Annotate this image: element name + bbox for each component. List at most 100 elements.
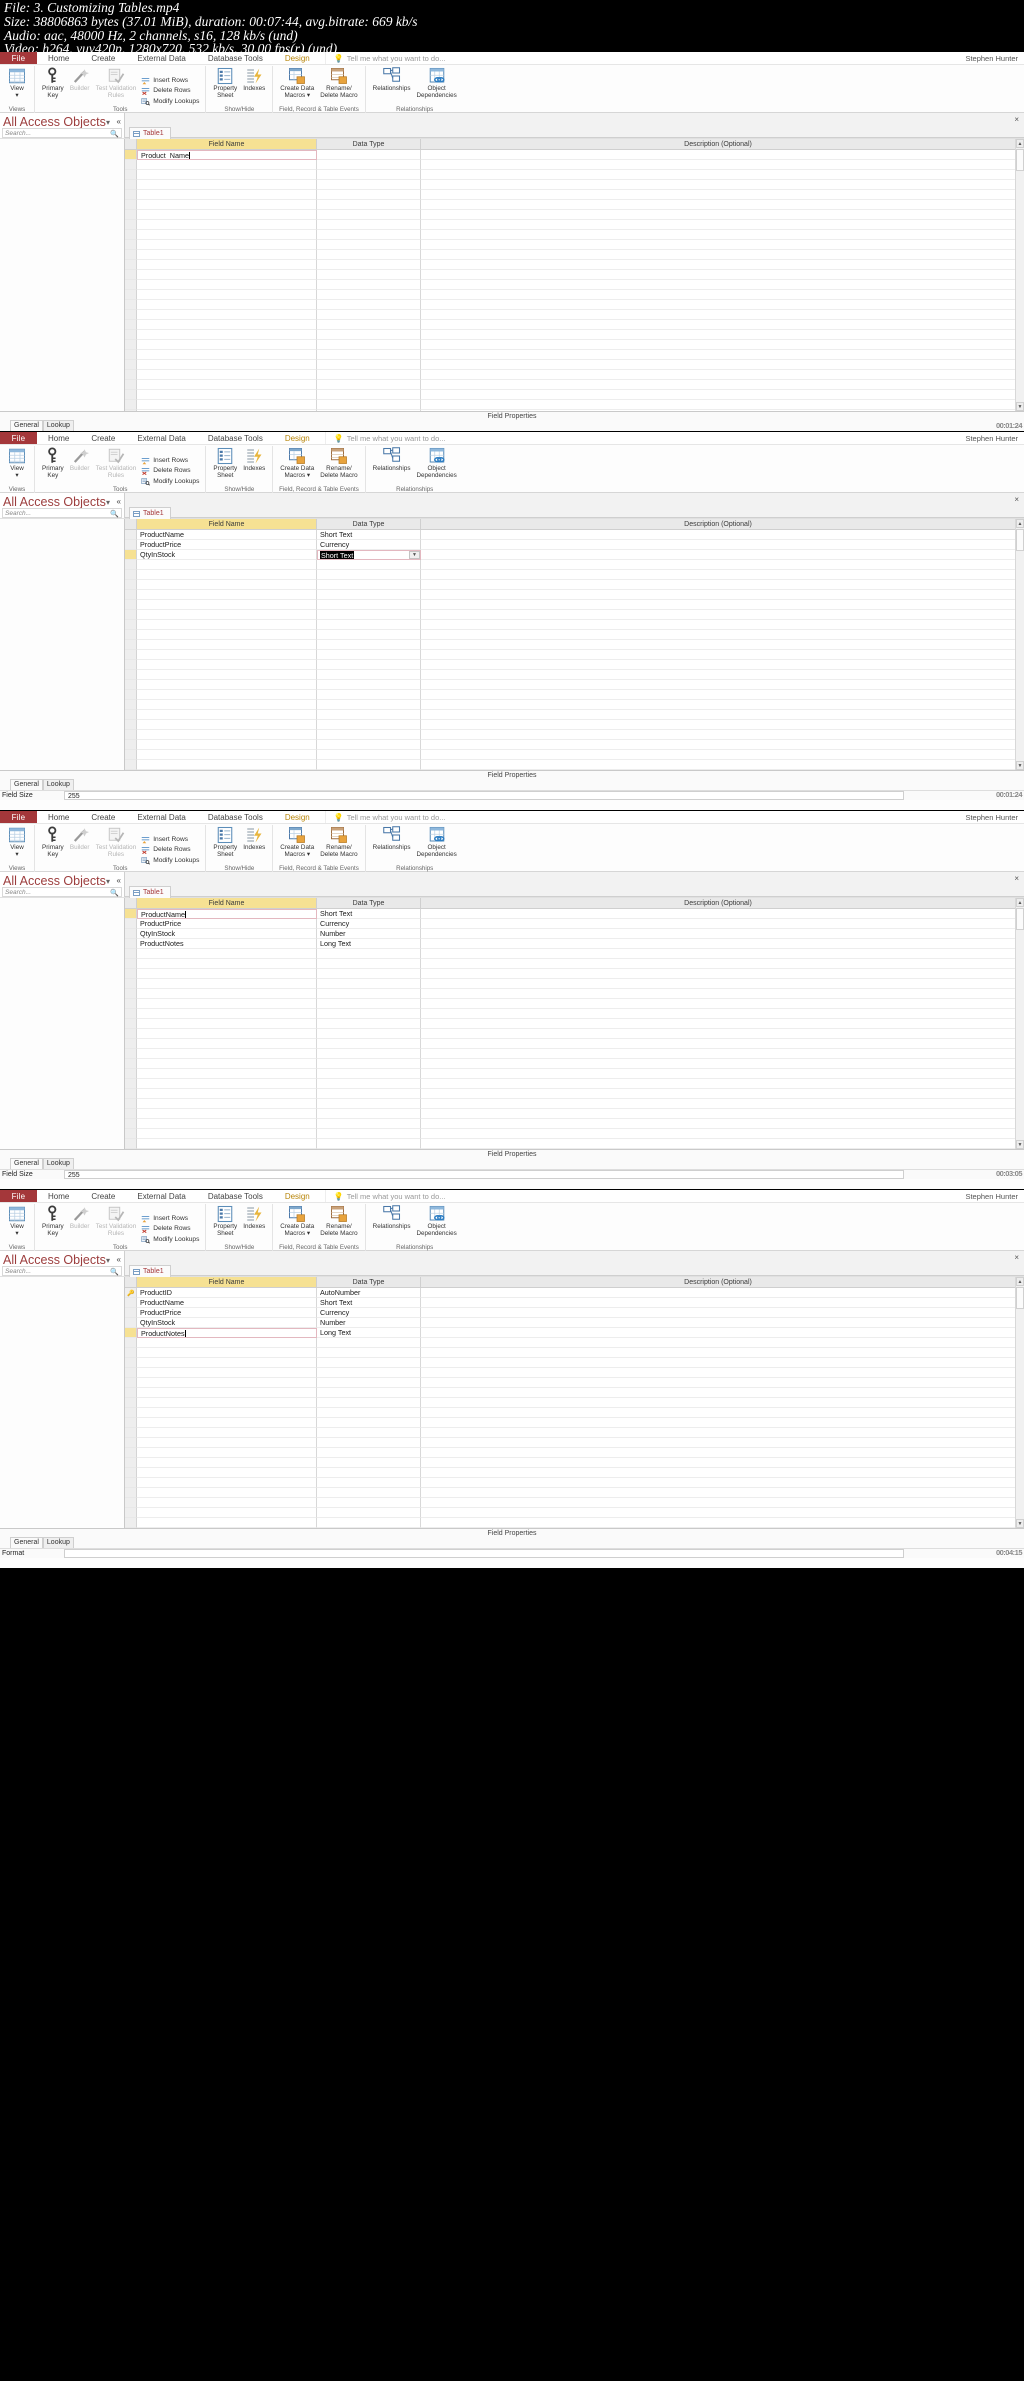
description-cell[interactable] bbox=[421, 210, 1015, 220]
data-type-cell[interactable] bbox=[317, 320, 421, 330]
description-cell[interactable] bbox=[421, 1059, 1015, 1069]
field-name-cell[interactable] bbox=[137, 1069, 317, 1079]
field-name-cell[interactable] bbox=[137, 1408, 317, 1418]
row-selector[interactable] bbox=[125, 210, 137, 220]
user-account-label[interactable]: Stephen Hunter bbox=[965, 54, 1018, 63]
row-selector[interactable] bbox=[125, 989, 137, 999]
table-row[interactable] bbox=[125, 200, 1015, 210]
row-selector[interactable] bbox=[125, 670, 137, 680]
table-row[interactable] bbox=[125, 959, 1015, 969]
table-row[interactable] bbox=[125, 220, 1015, 230]
table-row[interactable] bbox=[125, 600, 1015, 610]
row-selector[interactable] bbox=[125, 680, 137, 690]
table-row[interactable] bbox=[125, 230, 1015, 240]
table-row[interactable]: ProductName Short Text bbox=[125, 909, 1015, 919]
tab-database-tools[interactable]: Database Tools bbox=[197, 52, 274, 64]
field-property-row[interactable]: Field Size 255 bbox=[0, 790, 1024, 800]
tab-lookup[interactable]: Lookup bbox=[42, 779, 74, 790]
description-cell[interactable] bbox=[421, 580, 1015, 590]
data-type-cell[interactable] bbox=[317, 1109, 421, 1119]
data-type-cell[interactable] bbox=[317, 1039, 421, 1049]
table-row[interactable] bbox=[125, 740, 1015, 750]
field-property-value[interactable]: 255 bbox=[64, 1170, 904, 1179]
data-type-cell[interactable] bbox=[317, 1478, 421, 1488]
field-name-cell[interactable]: QtyInStock bbox=[137, 550, 317, 560]
row-selector[interactable] bbox=[125, 1059, 137, 1069]
description-cell[interactable] bbox=[421, 1079, 1015, 1089]
data-type-cell[interactable]: AutoNumber bbox=[317, 1288, 421, 1298]
description-cell[interactable] bbox=[421, 1418, 1015, 1428]
tab-lookup[interactable]: Lookup bbox=[42, 420, 74, 431]
field-name-cell[interactable] bbox=[137, 1508, 317, 1518]
description-cell[interactable] bbox=[421, 320, 1015, 330]
table-row[interactable] bbox=[125, 969, 1015, 979]
table-row[interactable]: ProductPrice Currency bbox=[125, 540, 1015, 550]
field-name-cell[interactable] bbox=[137, 190, 317, 200]
field-name-cell[interactable] bbox=[137, 220, 317, 230]
description-cell[interactable] bbox=[421, 949, 1015, 959]
field-name-cell[interactable] bbox=[137, 1019, 317, 1029]
vertical-scrollbar[interactable]: ▲ ▼ bbox=[1015, 898, 1024, 1149]
vertical-scrollbar[interactable]: ▲ ▼ bbox=[1015, 519, 1024, 770]
description-cell[interactable] bbox=[421, 670, 1015, 680]
field-name-cell[interactable] bbox=[137, 590, 317, 600]
table-row[interactable] bbox=[125, 260, 1015, 270]
row-selector[interactable] bbox=[125, 560, 137, 570]
field-property-value[interactable] bbox=[64, 1549, 904, 1558]
data-type-cell[interactable] bbox=[317, 300, 421, 310]
tab-create[interactable]: Create bbox=[80, 1190, 126, 1202]
table-row[interactable] bbox=[125, 979, 1015, 989]
column-header-data-type[interactable]: Data Type bbox=[317, 898, 421, 908]
description-cell[interactable] bbox=[421, 1468, 1015, 1478]
description-cell[interactable] bbox=[421, 360, 1015, 370]
data-type-cell[interactable] bbox=[317, 760, 421, 770]
field-property-row[interactable]: Format bbox=[0, 1548, 1024, 1558]
data-type-cell[interactable] bbox=[317, 290, 421, 300]
row-selector[interactable] bbox=[125, 1498, 137, 1508]
field-name-cell[interactable] bbox=[137, 340, 317, 350]
field-name-cell[interactable] bbox=[137, 250, 317, 260]
description-cell[interactable] bbox=[421, 730, 1015, 740]
table-row[interactable] bbox=[125, 320, 1015, 330]
tab-create[interactable]: Create bbox=[80, 52, 126, 64]
field-name-cell[interactable]: ProductName bbox=[137, 530, 317, 540]
field-name-cell[interactable] bbox=[137, 1428, 317, 1438]
field-name-cell[interactable] bbox=[137, 969, 317, 979]
table-row[interactable] bbox=[125, 240, 1015, 250]
column-header-field-name[interactable]: Field Name bbox=[137, 1277, 317, 1287]
field-name-cell[interactable] bbox=[137, 240, 317, 250]
row-selector[interactable] bbox=[125, 310, 137, 320]
table-row[interactable]: ProductPrice Currency bbox=[125, 919, 1015, 929]
table-row[interactable]: ProductNotes Long Text bbox=[125, 1328, 1015, 1338]
row-selector[interactable] bbox=[125, 230, 137, 240]
description-cell[interactable] bbox=[421, 939, 1015, 949]
tab-file[interactable]: File bbox=[0, 1190, 37, 1202]
row-selector[interactable] bbox=[125, 180, 137, 190]
scroll-down-arrow[interactable]: ▼ bbox=[1016, 761, 1024, 770]
field-name-cell[interactable] bbox=[137, 1468, 317, 1478]
data-type-cell[interactable] bbox=[317, 720, 421, 730]
row-selector[interactable] bbox=[125, 979, 137, 989]
table-row[interactable] bbox=[125, 650, 1015, 660]
tab-general[interactable]: General bbox=[10, 420, 43, 431]
field-name-cell[interactable] bbox=[137, 370, 317, 380]
data-type-cell[interactable] bbox=[317, 999, 421, 1009]
tab-database-tools[interactable]: Database Tools bbox=[197, 432, 274, 444]
description-cell[interactable] bbox=[421, 989, 1015, 999]
row-selector[interactable] bbox=[125, 1358, 137, 1368]
data-type-cell[interactable] bbox=[317, 1378, 421, 1388]
data-type-cell[interactable] bbox=[317, 620, 421, 630]
field-name-cell[interactable] bbox=[137, 1129, 317, 1139]
data-type-cell[interactable] bbox=[317, 1338, 421, 1348]
data-type-cell[interactable] bbox=[317, 220, 421, 230]
field-name-cell[interactable]: ProductPrice bbox=[137, 919, 317, 929]
data-type-cell[interactable] bbox=[317, 190, 421, 200]
description-cell[interactable] bbox=[421, 260, 1015, 270]
row-selector[interactable] bbox=[125, 1428, 137, 1438]
row-selector[interactable] bbox=[125, 700, 137, 710]
row-selector[interactable] bbox=[125, 260, 137, 270]
scroll-down-arrow[interactable]: ▼ bbox=[1016, 1519, 1024, 1528]
description-cell[interactable] bbox=[421, 640, 1015, 650]
close-icon[interactable]: × bbox=[1014, 1253, 1019, 1262]
data-type-cell[interactable] bbox=[317, 1508, 421, 1518]
